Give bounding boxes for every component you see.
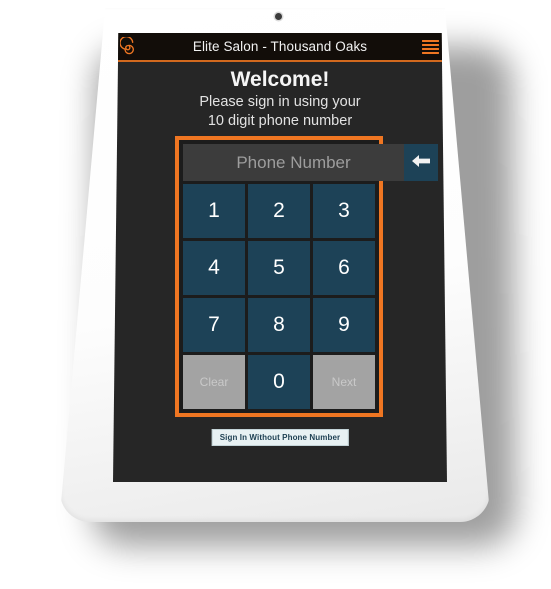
tablet-screen: Elite Salon - Thousand Oaks Welcome! Ple…	[113, 33, 447, 482]
phone-number-input[interactable]	[183, 144, 404, 181]
key-5[interactable]: 5	[248, 241, 310, 295]
key-2[interactable]: 2	[248, 184, 310, 238]
menu-line-1	[422, 40, 439, 42]
key-0[interactable]: 0	[248, 355, 310, 409]
menu-line-4	[422, 52, 439, 54]
backspace-button[interactable]	[404, 144, 438, 181]
menu-line-2	[422, 44, 439, 46]
spiral-logo-icon	[119, 35, 139, 56]
key-1[interactable]: 1	[183, 184, 245, 238]
key-7[interactable]: 7	[183, 298, 245, 352]
key-4[interactable]: 4	[183, 241, 245, 295]
front-camera-icon	[275, 13, 282, 20]
backspace-arrow-icon	[410, 153, 432, 172]
keypad-panel: 123 456 789 Clear0Next	[175, 136, 438, 417]
menu-line-3	[422, 48, 439, 50]
welcome-block: Welcome! Please sign in using your 10 di…	[113, 62, 447, 130]
screenshot-stage: Elite Salon - Thousand Oaks Welcome! Ple…	[0, 0, 551, 589]
keypad-grid: 1 2 3 4 5 6 7 8 9 Clear 0 Next	[183, 184, 375, 409]
welcome-title: Welcome!	[230, 68, 330, 91]
app-title: Elite Salon - Thousand Oaks	[192, 39, 368, 54]
app-header: Elite Salon - Thousand Oaks	[113, 33, 447, 62]
sign-in-without-phone-button[interactable]: Sign In Without Phone Number	[211, 429, 349, 446]
key-8[interactable]: 8	[248, 298, 310, 352]
key-clear[interactable]: Clear	[183, 355, 245, 409]
hamburger-menu-icon[interactable]	[422, 40, 439, 54]
key-next[interactable]: Next	[313, 355, 375, 409]
welcome-subtitle-line-2: 10 digit phone number	[207, 112, 353, 129]
welcome-subtitle-line-1: Please sign in using your	[199, 94, 361, 110]
key-3[interactable]: 3	[313, 184, 375, 238]
phone-entry-row	[183, 144, 438, 181]
key-9[interactable]: 9	[313, 298, 375, 352]
key-6[interactable]: 6	[313, 241, 375, 295]
